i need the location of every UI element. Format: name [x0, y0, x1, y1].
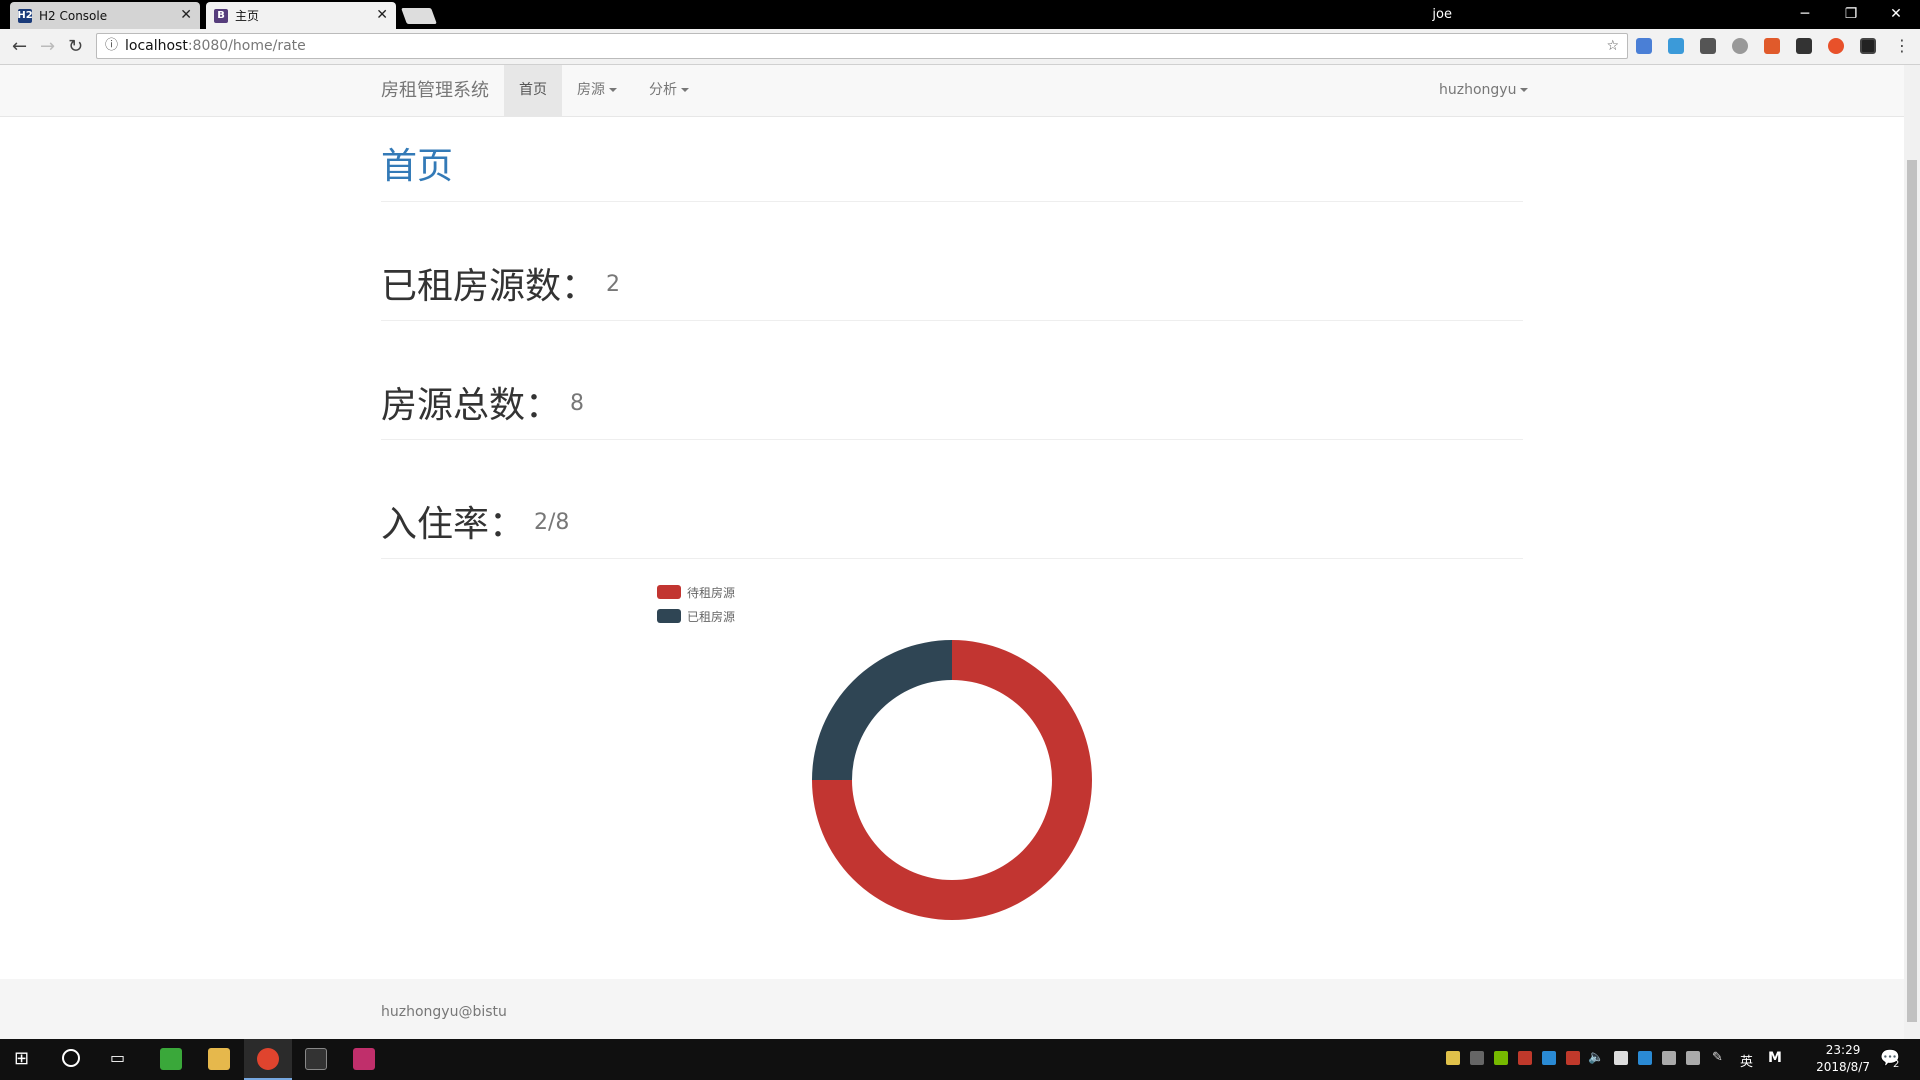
browser-toolbar: ← → ↻ ⓘ localhost:8080/home/rate ☆ ⋮: [0, 29, 1920, 65]
info-icon[interactable]: ⓘ: [105, 34, 118, 58]
task-view-icon[interactable]: ▭: [110, 1048, 125, 1067]
divider: [381, 558, 1523, 559]
translate-extension-icon[interactable]: [1636, 38, 1652, 54]
url-host: localhost: [125, 38, 188, 54]
tray-app-icon[interactable]: [1566, 1051, 1580, 1065]
close-window-icon[interactable]: ✕: [1876, 0, 1916, 29]
file-explorer-icon[interactable]: [208, 1048, 230, 1070]
legend-label: 已租房源: [687, 609, 736, 624]
ime-mode-icon[interactable]: M: [1768, 1050, 1782, 1066]
tab-h2-console[interactable]: H2 H2 Console ✕: [10, 2, 200, 29]
tab-title: H2 Console: [39, 8, 108, 23]
caret-down-icon: [681, 88, 689, 92]
tab-title: 主页: [235, 9, 260, 23]
h2-favicon-icon: H2: [17, 8, 33, 23]
terminal-app-icon[interactable]: [305, 1048, 327, 1070]
divider: [381, 201, 1523, 202]
legend-item-rented[interactable]: 已租房源: [657, 608, 735, 624]
windows-taskbar: ⊞ ▭ 🔈 ✎ 英 M 23:29 2018/8/7 💬 2: [0, 1039, 1920, 1080]
nav-item-housing[interactable]: 房源: [562, 65, 632, 116]
page-footer: huzhongyu@bistu: [0, 979, 1904, 1039]
legend-swatch: [657, 585, 681, 599]
ghostery-extension-icon[interactable]: [1796, 38, 1812, 54]
top-navbar: 房租管理系统 首页 房源 分析 huzhongyu: [0, 65, 1904, 117]
menu-kebab-icon[interactable]: ⋮: [1894, 36, 1910, 55]
legend-label: 待租房源: [687, 585, 736, 600]
occupancy-rate-value: 2/8: [534, 510, 570, 535]
address-bar[interactable]: ⓘ localhost:8080/home/rate ☆: [96, 33, 1628, 59]
tray-app-icon[interactable]: [1614, 1051, 1628, 1065]
rented-count-label: 已租房源数：: [381, 266, 598, 307]
nav-item-label: 分析: [649, 82, 677, 98]
battery-icon[interactable]: [1686, 1051, 1700, 1065]
infinity-extension-icon[interactable]: [1828, 38, 1844, 54]
caret-down-icon: [1520, 88, 1529, 92]
chrome-app-icon[interactable]: [257, 1048, 279, 1070]
divider: [381, 439, 1523, 440]
page-viewport: 房租管理系统 首页 房源 分析 huzhongyu 首页 已租房源数： 2 房源…: [0, 65, 1904, 1039]
wechat-app-icon[interactable]: [160, 1048, 182, 1070]
occupancy-rate-label: 入住率：: [381, 504, 526, 545]
pen-icon[interactable]: ✎: [1712, 1050, 1723, 1065]
screenshot-extension-icon[interactable]: [1668, 38, 1684, 54]
intellij-app-icon[interactable]: [353, 1048, 375, 1070]
nav-item-label: 房源: [577, 82, 605, 98]
system-clock[interactable]: 23:29 2018/8/7: [1816, 1042, 1870, 1076]
nvidia-tray-icon[interactable]: [1494, 1051, 1508, 1065]
tray-app-icon[interactable]: [1470, 1051, 1484, 1065]
volume-icon[interactable]: 🔈: [1588, 1050, 1604, 1065]
profile-name[interactable]: joe: [1432, 0, 1452, 29]
close-tab-icon[interactable]: ✕: [376, 7, 388, 23]
close-tab-icon[interactable]: ✕: [180, 7, 192, 23]
ime-indicator[interactable]: 英: [1740, 1051, 1753, 1070]
divider: [381, 320, 1523, 321]
donut-slice-rented[interactable]: [812, 640, 952, 780]
total-count-label: 房源总数：: [381, 385, 562, 426]
page-title: 首页: [381, 146, 454, 187]
restore-icon[interactable]: ❐: [1831, 0, 1871, 29]
forward-arrow-icon[interactable]: →: [40, 36, 55, 57]
legend-swatch: [657, 609, 681, 623]
search-icon[interactable]: [62, 1049, 80, 1067]
windows-start-icon[interactable]: ⊞: [14, 1048, 29, 1069]
occupancy-donut-chart: [812, 640, 1092, 920]
notification-count: 2: [1893, 1059, 1900, 1070]
browser-titlebar: H2 H2 Console ✕ B 主页 ✕ joe ─ ❐ ✕: [0, 0, 1920, 29]
tray-app-icon[interactable]: [1518, 1051, 1532, 1065]
url-path: :8080/home/rate: [187, 38, 306, 54]
evernote-extension-icon[interactable]: [1700, 38, 1716, 54]
caret-down-icon: [609, 88, 617, 92]
scrollbar-thumb[interactable]: [1907, 160, 1917, 1022]
nav-item-home[interactable]: 首页: [504, 65, 562, 116]
tab-home[interactable]: B 主页 ✕: [206, 2, 396, 29]
reload-icon[interactable]: ↻: [68, 36, 83, 57]
bookmark-star-icon[interactable]: ☆: [1606, 34, 1619, 58]
back-arrow-icon[interactable]: ←: [12, 36, 27, 57]
clock-date: 2018/8/7: [1816, 1060, 1870, 1074]
footer-text: huzhongyu@bistu: [381, 1004, 507, 1020]
total-count-value: 8: [570, 391, 584, 416]
new-tab-button[interactable]: [401, 8, 437, 24]
legend-item-vacant[interactable]: 待租房源: [657, 584, 735, 600]
navbar-brand[interactable]: 房租管理系统: [381, 65, 489, 116]
user-menu-label: huzhongyu: [1439, 82, 1517, 98]
shield-extension-icon[interactable]: [1764, 38, 1780, 54]
bootstrap-favicon-icon: B: [214, 8, 228, 23]
github-extension-icon[interactable]: [1860, 38, 1876, 54]
tray-app-icon[interactable]: [1542, 1051, 1556, 1065]
nav-item-label: 首页: [519, 82, 547, 98]
network-icon[interactable]: [1662, 1051, 1676, 1065]
nav-item-analysis[interactable]: 分析: [634, 65, 704, 116]
rented-count-value: 2: [606, 272, 620, 297]
tray-app-icon[interactable]: [1638, 1051, 1652, 1065]
tray-notes-icon[interactable]: [1446, 1051, 1460, 1065]
abp-extension-icon[interactable]: [1732, 38, 1748, 54]
user-menu[interactable]: huzhongyu: [1424, 65, 1543, 116]
minimize-icon[interactable]: ─: [1785, 0, 1825, 29]
clock-time: 23:29: [1825, 1043, 1861, 1057]
